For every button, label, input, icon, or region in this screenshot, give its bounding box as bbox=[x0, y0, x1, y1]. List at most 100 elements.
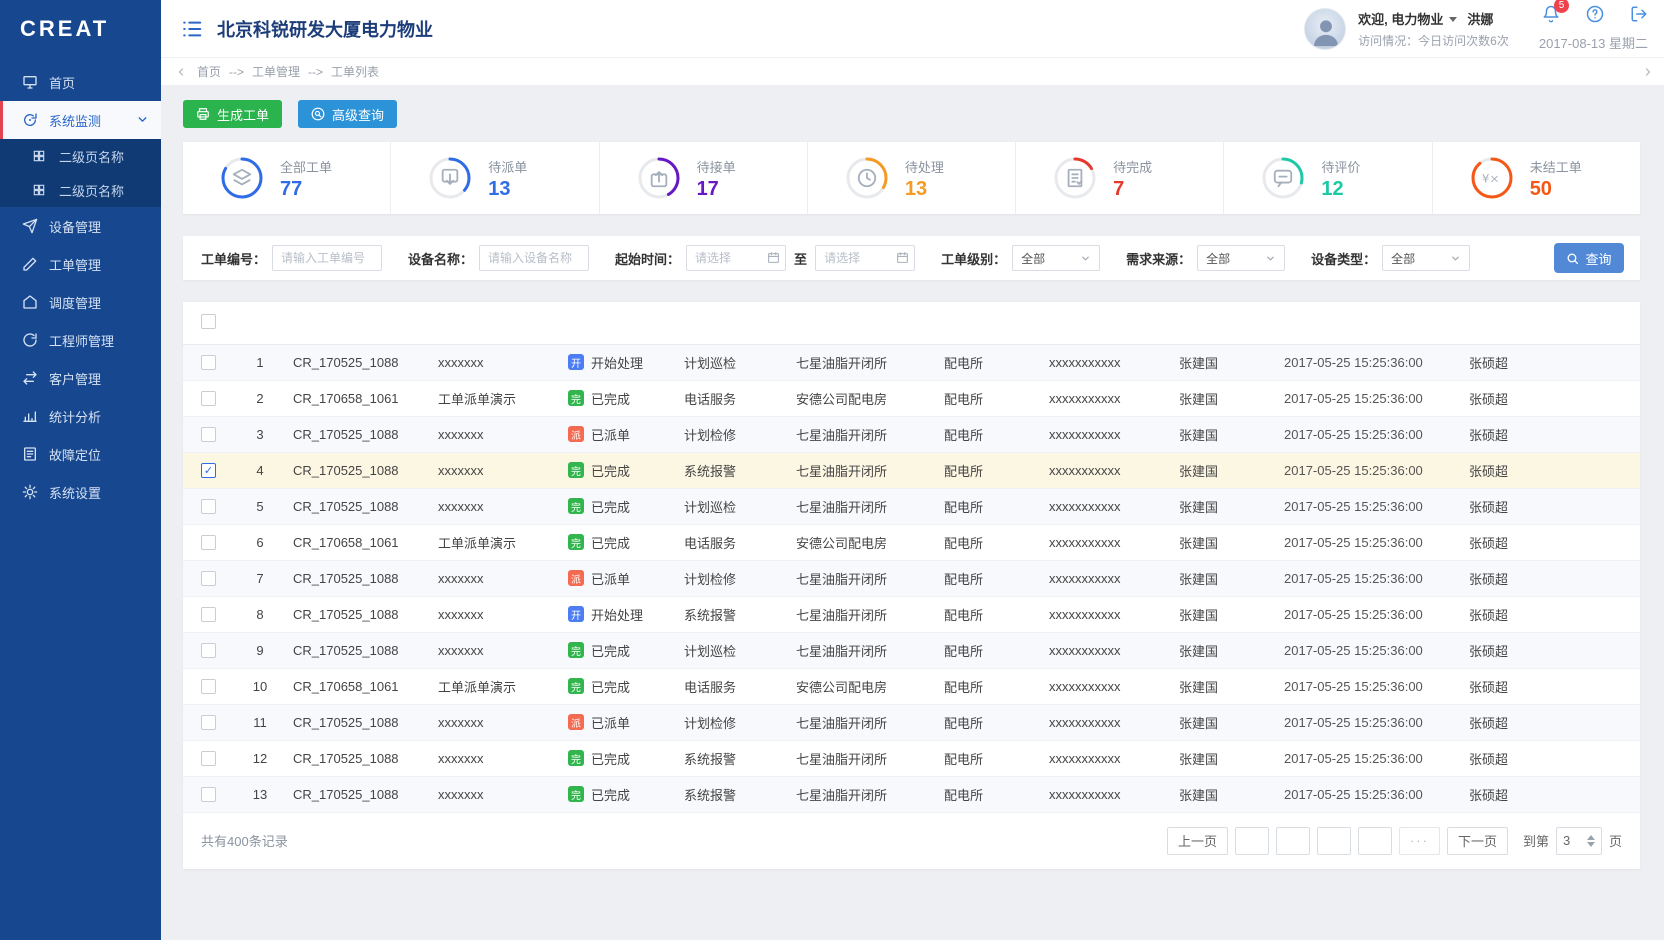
help-button[interactable] bbox=[1586, 5, 1604, 28]
prev-page-button[interactable]: 上一页 bbox=[1167, 827, 1228, 855]
sidebar-item-icon bbox=[22, 370, 38, 386]
cell-desc: xxxxxxxxxxx bbox=[1045, 776, 1175, 812]
stat-card[interactable]: 待完成 7 bbox=[1016, 142, 1224, 214]
row-checkbox[interactable]: ✓ bbox=[201, 535, 216, 550]
table-row[interactable]: ✓ 3 CR_170525_1088 xxxxxxx 派 已派单 bbox=[183, 416, 1640, 452]
stat-card[interactable]: 待接单 17 bbox=[600, 142, 808, 214]
page-ellipsis-button[interactable]: ··· bbox=[1399, 827, 1440, 855]
column-header[interactable] bbox=[1175, 302, 1280, 344]
column-header[interactable] bbox=[289, 302, 434, 344]
page-number-button[interactable] bbox=[1235, 827, 1269, 855]
sidebar-item[interactable]: 系统监测 bbox=[0, 101, 161, 139]
goto-page-stepper[interactable]: 3 bbox=[1556, 827, 1602, 855]
chevron-left-icon[interactable] bbox=[175, 66, 187, 78]
column-header[interactable] bbox=[1465, 302, 1640, 344]
cell-order-no: CR_170525_1088 bbox=[289, 776, 434, 812]
table-row[interactable]: ✓ 2 CR_170658_1061 工单派单演示 完 已完成 bbox=[183, 380, 1640, 416]
sidebar-item[interactable]: 系统设置 bbox=[0, 473, 161, 511]
select-all-checkbox[interactable] bbox=[201, 314, 216, 329]
device-type-select[interactable]: 全部 bbox=[1382, 245, 1470, 271]
table-row[interactable]: ✓ 5 CR_170525_1088 xxxxxxx 完 已完成 bbox=[183, 488, 1640, 524]
row-checkbox[interactable]: ✓ bbox=[201, 427, 216, 442]
stat-card[interactable]: 待派单 13 bbox=[391, 142, 599, 214]
chevron-down-icon[interactable] bbox=[1449, 17, 1457, 22]
table-row[interactable]: ✓ 10 CR_170658_1061 工单派单演示 完 已完成 bbox=[183, 668, 1640, 704]
row-checkbox[interactable]: ✓ bbox=[201, 355, 216, 370]
row-checkbox[interactable]: ✓ bbox=[201, 571, 216, 586]
logout-button[interactable] bbox=[1630, 5, 1648, 28]
sidebar-item[interactable]: 首页 bbox=[0, 63, 161, 101]
notifications-button[interactable]: 5 bbox=[1542, 5, 1560, 28]
avatar[interactable] bbox=[1304, 8, 1346, 50]
column-header[interactable] bbox=[231, 302, 289, 344]
sidebar-item[interactable]: 故障定位 bbox=[0, 435, 161, 473]
stat-ring-icon bbox=[844, 155, 890, 201]
table-row[interactable]: ✓ 8 CR_170525_1088 xxxxxxx 开 开始处理 bbox=[183, 596, 1640, 632]
row-checkbox[interactable]: ✓ bbox=[201, 499, 216, 514]
stat-card[interactable]: 全部工单 77 bbox=[183, 142, 391, 214]
sidebar-item[interactable]: 工程师管理 bbox=[0, 321, 161, 359]
page-number-button[interactable] bbox=[1358, 827, 1392, 855]
chevron-right-icon[interactable] bbox=[1642, 66, 1654, 78]
row-checkbox[interactable]: ✓ bbox=[201, 463, 216, 478]
stat-card[interactable]: 待处理 13 bbox=[808, 142, 1016, 214]
page-number-button[interactable] bbox=[1317, 827, 1351, 855]
table-row[interactable]: ✓ 11 CR_170525_1088 xxxxxxx 派 已派单 bbox=[183, 704, 1640, 740]
row-checkbox[interactable]: ✓ bbox=[201, 679, 216, 694]
column-header[interactable] bbox=[564, 302, 680, 344]
column-header[interactable] bbox=[1280, 302, 1465, 344]
row-checkbox[interactable]: ✓ bbox=[201, 751, 216, 766]
stat-card[interactable]: 未结工单 50 bbox=[1433, 142, 1640, 214]
menu-toggle-icon[interactable] bbox=[181, 18, 203, 40]
column-header[interactable] bbox=[792, 302, 940, 344]
row-checkbox[interactable]: ✓ bbox=[201, 787, 216, 802]
column-header[interactable] bbox=[1045, 302, 1175, 344]
row-checkbox[interactable]: ✓ bbox=[201, 607, 216, 622]
row-checkbox[interactable]: ✓ bbox=[201, 391, 216, 406]
breadcrumb-item-workorder[interactable]: 工单管理 bbox=[252, 63, 300, 80]
stepper-arrows-icon[interactable] bbox=[1587, 835, 1595, 847]
cell-dispatcher: 张硕超 bbox=[1465, 704, 1640, 740]
table-row[interactable]: ✓ 13 CR_170525_1088 xxxxxxx 完 已完成 bbox=[183, 776, 1640, 812]
table-row[interactable]: ✓ 7 CR_170525_1088 xxxxxxx 派 已派单 bbox=[183, 560, 1640, 596]
next-page-button[interactable]: 下一页 bbox=[1447, 827, 1508, 855]
welcome-text[interactable]: 欢迎, 电力物业 bbox=[1358, 9, 1443, 28]
table-row[interactable]: ✓ 9 CR_170525_1088 xxxxxxx 完 已完成 bbox=[183, 632, 1640, 668]
advanced-search-button[interactable]: 高级查询 bbox=[298, 100, 397, 128]
brand-logo: CREAT bbox=[0, 0, 161, 57]
order-no-input[interactable] bbox=[272, 245, 382, 271]
page-number-button[interactable] bbox=[1276, 827, 1310, 855]
sidebar-item[interactable]: 二级页名称 bbox=[0, 139, 161, 173]
cell-name: xxxxxxx bbox=[434, 416, 564, 452]
table-row[interactable]: ✓ 4 CR_170525_1088 xxxxxxx 完 已完成 bbox=[183, 452, 1640, 488]
breadcrumb-item-list[interactable]: 工单列表 bbox=[331, 63, 379, 80]
sidebar-item[interactable]: 统计分析 bbox=[0, 397, 161, 435]
search-button[interactable]: 查询 bbox=[1554, 243, 1624, 273]
row-checkbox[interactable]: ✓ bbox=[201, 715, 216, 730]
source-select[interactable]: 全部 bbox=[1197, 245, 1285, 271]
calendar-icon[interactable] bbox=[896, 251, 909, 264]
sidebar-item[interactable]: 设备管理 bbox=[0, 207, 161, 245]
source-label: 需求来源： bbox=[1126, 249, 1191, 268]
sidebar-item[interactable]: 调度管理 bbox=[0, 283, 161, 321]
level-select[interactable]: 全部 bbox=[1012, 245, 1100, 271]
column-header[interactable] bbox=[434, 302, 564, 344]
sidebar-item[interactable]: 二级页名称 bbox=[0, 173, 161, 207]
cell-name: xxxxxxx bbox=[434, 704, 564, 740]
create-order-button[interactable]: 生成工单 bbox=[183, 100, 282, 128]
sidebar-item[interactable]: 工单管理 bbox=[0, 245, 161, 283]
sidebar-item[interactable]: 客户管理 bbox=[0, 359, 161, 397]
stat-card[interactable]: 待评价 12 bbox=[1224, 142, 1432, 214]
table-row[interactable]: ✓ 12 CR_170525_1088 xxxxxxx 完 已完成 bbox=[183, 740, 1640, 776]
row-checkbox[interactable]: ✓ bbox=[201, 643, 216, 658]
table-row[interactable]: ✓ 1 CR_170525_1088 xxxxxxx 开 开始处理 bbox=[183, 344, 1640, 380]
cell-status: 派 已派单 bbox=[564, 560, 680, 596]
device-name-input[interactable] bbox=[479, 245, 589, 271]
calendar-icon[interactable] bbox=[767, 251, 780, 264]
cell-desc: xxxxxxxxxxx bbox=[1045, 416, 1175, 452]
table-row[interactable]: ✓ 6 CR_170658_1061 工单派单演示 完 已完成 bbox=[183, 524, 1640, 560]
column-header[interactable] bbox=[680, 302, 792, 344]
column-header[interactable] bbox=[940, 302, 1045, 344]
breadcrumb-item-home[interactable]: 首页 bbox=[197, 63, 221, 80]
stat-value: 13 bbox=[488, 178, 527, 200]
